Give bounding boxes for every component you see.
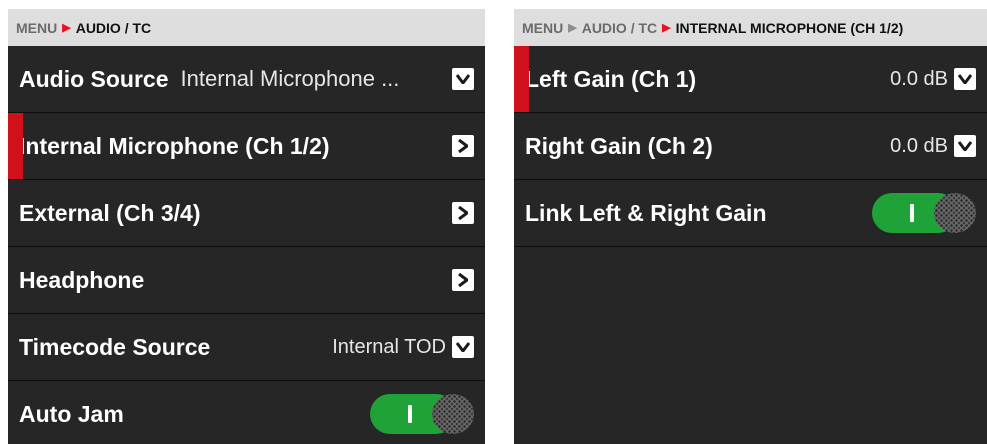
breadcrumb-current: INTERNAL MICROPHONE (CH 1/2) bbox=[675, 19, 904, 36]
auto-jam-row: Auto Jam bbox=[8, 381, 485, 444]
external-row[interactable]: External (Ch 3/4) bbox=[8, 180, 485, 247]
timecode-source-row[interactable]: Timecode Source Internal TOD bbox=[8, 314, 485, 381]
selection-marker bbox=[8, 113, 23, 179]
breadcrumb-current: AUDIO / TC bbox=[75, 19, 152, 36]
breadcrumb: MENU ▶ AUDIO / TC bbox=[8, 9, 485, 46]
breadcrumb: MENU ▶ AUDIO / TC ▶ INTERNAL MICROPHONE … bbox=[514, 9, 987, 46]
auto-jam-toggle[interactable] bbox=[370, 394, 474, 434]
audio-source-row[interactable]: Audio Source Internal Microphone ... bbox=[8, 46, 485, 113]
headphone-label: Headphone bbox=[19, 266, 145, 293]
left-gain-label: Left Gain (Ch 1) bbox=[525, 65, 697, 92]
breadcrumb-parent[interactable]: AUDIO / TC bbox=[582, 20, 657, 36]
timecode-source-label: Timecode Source bbox=[19, 333, 211, 360]
chevron-down-icon[interactable] bbox=[452, 68, 474, 90]
link-gain-toggle[interactable] bbox=[872, 193, 976, 233]
toggle-knob[interactable] bbox=[432, 394, 474, 434]
right-gain-value: 0.0 dB bbox=[890, 134, 948, 157]
chevron-right-icon[interactable] bbox=[452, 269, 474, 291]
toggle-knob[interactable] bbox=[934, 193, 976, 233]
auto-jam-label: Auto Jam bbox=[19, 400, 124, 427]
chevron-down-icon[interactable] bbox=[954, 68, 976, 90]
chevron-down-icon[interactable] bbox=[452, 336, 474, 358]
left-gain-row[interactable]: Left Gain (Ch 1) 0.0 dB bbox=[514, 46, 987, 113]
toggle-on-indicator-icon bbox=[910, 204, 914, 222]
internal-microphone-label: Internal Microphone (Ch 1/2) bbox=[19, 132, 330, 159]
left-gain-value: 0.0 dB bbox=[890, 67, 948, 90]
audio-source-value: Internal Microphone ... bbox=[180, 66, 400, 91]
chevron-right-icon[interactable] bbox=[452, 202, 474, 224]
right-gain-label: Right Gain (Ch 2) bbox=[525, 132, 713, 159]
headphone-row[interactable]: Headphone bbox=[8, 247, 485, 314]
right-gain-row[interactable]: Right Gain (Ch 2) 0.0 dB bbox=[514, 113, 987, 180]
link-gain-label: Link Left & Right Gain bbox=[525, 199, 767, 226]
link-gain-row: Link Left & Right Gain bbox=[514, 180, 987, 247]
external-label: External (Ch 3/4) bbox=[19, 199, 201, 226]
breadcrumb-separator-icon: ▶ bbox=[568, 22, 577, 34]
breadcrumb-separator-icon: ▶ bbox=[662, 22, 671, 34]
breadcrumb-menu[interactable]: MENU bbox=[16, 20, 57, 36]
chevron-right-icon[interactable] bbox=[452, 135, 474, 157]
timecode-source-value: Internal TOD bbox=[332, 335, 446, 358]
selection-marker bbox=[514, 46, 529, 112]
menu-panel-audio-tc: MENU ▶ AUDIO / TC Audio Source Internal … bbox=[8, 9, 485, 444]
menu-panel-internal-microphone: MENU ▶ AUDIO / TC ▶ INTERNAL MICROPHONE … bbox=[514, 9, 987, 444]
chevron-down-icon[interactable] bbox=[954, 135, 976, 157]
breadcrumb-menu[interactable]: MENU bbox=[522, 20, 563, 36]
toggle-on-indicator-icon bbox=[408, 405, 412, 423]
breadcrumb-separator-icon: ▶ bbox=[62, 22, 71, 34]
internal-microphone-row[interactable]: Internal Microphone (Ch 1/2) bbox=[8, 113, 485, 180]
audio-source-label: Audio Source bbox=[19, 65, 169, 92]
